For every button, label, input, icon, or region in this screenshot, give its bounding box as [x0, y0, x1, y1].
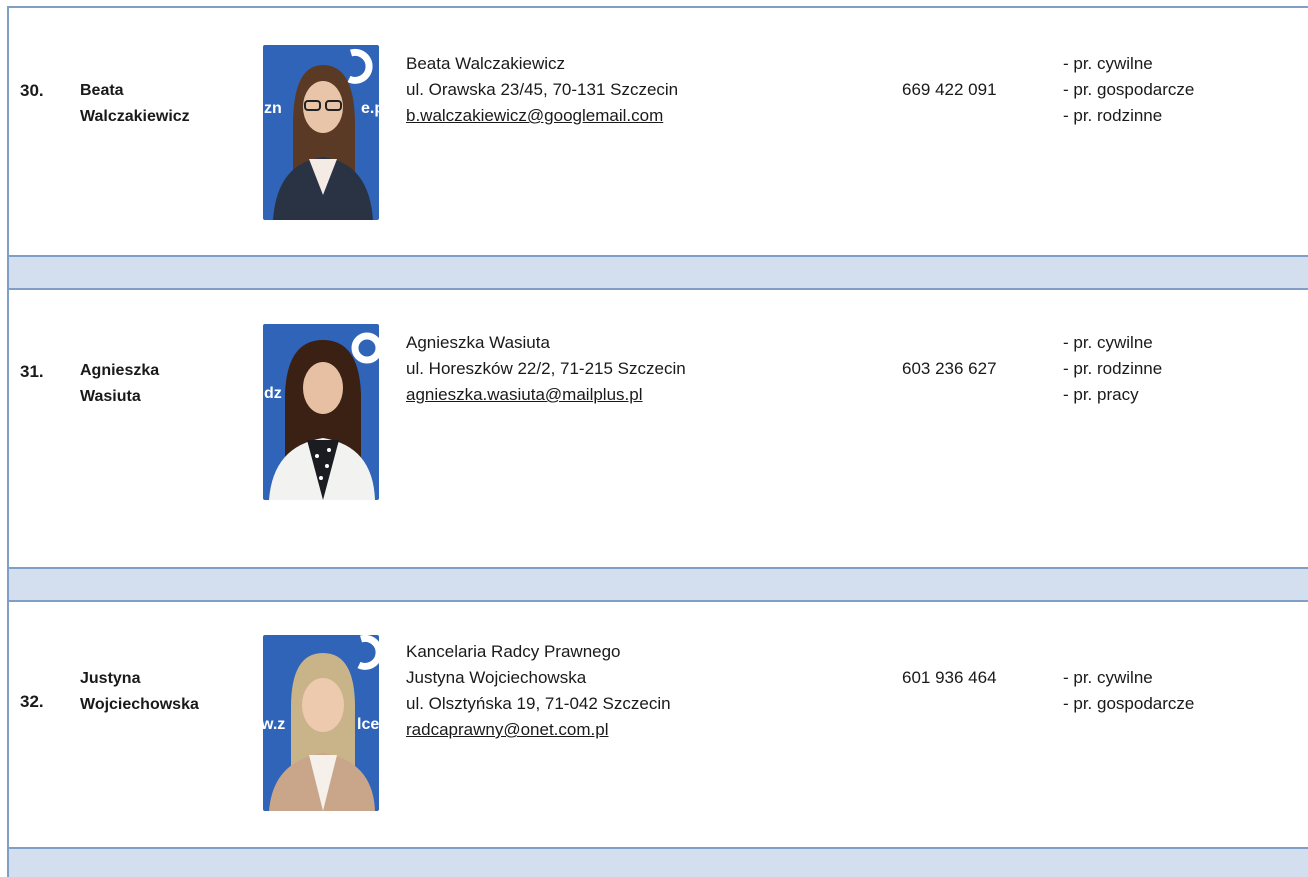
email-link[interactable]: agnieszka.wasiuta@mailplus.pl — [406, 382, 686, 408]
table-row: 31. Agnieszka Wasiuta dz Agnieszka Wasiu… — [9, 288, 1308, 568]
entry-contact: Beata Walczakiewicz ul. Orawska 23/45, 7… — [406, 51, 678, 129]
contact-line: Beata Walczakiewicz — [406, 54, 566, 73]
phone-number: 669 422 091 — [902, 80, 997, 99]
portrait-image: w.z lce — [263, 635, 379, 811]
entry-last-name: Walczakiewicz — [80, 108, 190, 125]
specializations: - pr. cywilne - pr. gospodarcze - pr. ro… — [1063, 51, 1194, 129]
entry-contact: Agnieszka Wasiuta ul. Horeszków 22/2, 71… — [406, 330, 686, 408]
entry-last-name: Wasiuta — [80, 388, 141, 405]
entry-first-name: Agnieszka — [80, 362, 160, 379]
svg-text:w.z: w.z — [263, 716, 285, 733]
phone-number: 603 236 627 — [902, 359, 997, 378]
row-separator — [9, 567, 1308, 600]
contact-line: ul. Orawska 23/45, 70-131 Szczecin — [406, 80, 679, 99]
specialization-item: - pr. pracy — [1063, 385, 1139, 404]
row-separator — [9, 847, 1308, 877]
specialization-item: - pr. cywilne — [1063, 54, 1153, 73]
entry-number: 30. — [20, 81, 44, 100]
entry-name: Agnieszka Wasiuta — [80, 358, 159, 410]
specialization-item: - pr. rodzinne — [1063, 359, 1163, 378]
portrait-photo: zn e.p — [263, 45, 379, 220]
row-separator — [9, 255, 1308, 288]
entry-first-name: Beata — [80, 82, 124, 99]
table-row: 30. Beata Walczakiewicz zn e.p Beata Wal… — [9, 6, 1308, 231]
svg-text:dz: dz — [264, 385, 282, 402]
specialization-item: - pr. cywilne — [1063, 333, 1153, 352]
table-row: 32. Justyna Wojciechowska w.z lce Kancel… — [9, 600, 1308, 848]
entry-last-name: Wojciechowska — [80, 696, 199, 713]
portrait-photo: w.z lce — [263, 635, 379, 811]
specialization-item: - pr. gospodarcze — [1063, 694, 1195, 713]
email-link[interactable]: b.walczakiewicz@googlemail.com — [406, 103, 678, 129]
email-link[interactable]: radcaprawny@onet.com.pl — [406, 717, 671, 743]
contact-line: Agnieszka Wasiuta — [406, 333, 550, 352]
entry-name: Justyna Wojciechowska — [80, 666, 199, 718]
contact-line: Justyna Wojciechowska — [406, 668, 587, 687]
svg-text:zn: zn — [264, 100, 282, 117]
contact-line: ul. Horeszków 22/2, 71-215 Szczecin — [406, 359, 686, 378]
specializations: - pr. cywilne - pr. rodzinne - pr. pracy — [1063, 330, 1162, 408]
contact-line: Kancelaria Radcy Prawnego — [406, 642, 621, 661]
svg-text:e.p: e.p — [361, 100, 379, 117]
entry-number: 32. — [20, 692, 44, 711]
entry-contact: Kancelaria Radcy Prawnego Justyna Wojcie… — [406, 639, 671, 743]
specialization-item: - pr. gospodarcze — [1063, 80, 1195, 99]
portrait-image: dz — [263, 324, 379, 500]
svg-text:lce: lce — [357, 716, 379, 733]
entry-first-name: Justyna — [80, 670, 141, 687]
portrait-image: zn e.p — [263, 45, 379, 220]
portrait-photo: dz — [263, 324, 379, 500]
specialization-item: - pr. rodzinne — [1063, 106, 1163, 125]
entry-number: 31. — [20, 362, 44, 381]
specialization-item: - pr. cywilne — [1063, 668, 1153, 687]
phone-number: 601 936 464 — [902, 668, 997, 687]
specializations: - pr. cywilne - pr. gospodarcze — [1063, 665, 1194, 717]
contact-line: ul. Olsztyńska 19, 71-042 Szczecin — [406, 694, 671, 713]
entry-name: Beata Walczakiewicz — [80, 78, 190, 130]
